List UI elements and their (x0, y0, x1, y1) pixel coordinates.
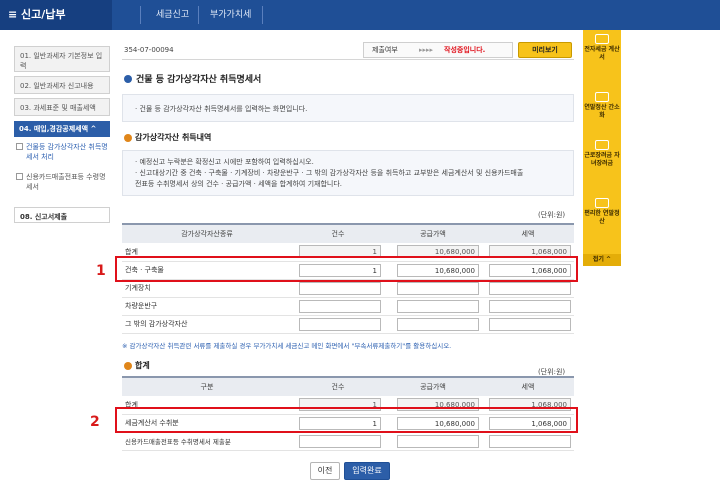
column-header: 세액 (482, 376, 574, 396)
business-number: 354-07-00094 (124, 46, 174, 54)
row-label: 차량운반구 (122, 297, 292, 316)
sidebar-item-submit[interactable]: 08. 신고서제출 (14, 207, 110, 223)
annotation-number-1: 1 (96, 263, 106, 279)
row-label: 그 밖의 감가상각자산 (122, 315, 292, 334)
rail-item-yearend[interactable]: 연말정산 간소화 (583, 92, 621, 120)
supply-input[interactable] (397, 281, 479, 295)
column-header: 세액 (482, 223, 574, 243)
section1-title: 감가상각자산 취득내역 (135, 133, 212, 142)
sidebar-item-deductions[interactable]: 04. 매입,경감공제세액 ^ (14, 121, 110, 137)
title-bullet-icon (124, 75, 132, 83)
status-box: 제출여부 ▸▸▸▸ 작성중입니다. (363, 42, 513, 58)
sidebar-item-tax-base[interactable]: 03. 과세표준 및 매출세액 (14, 98, 110, 116)
separator (198, 6, 199, 24)
quick-menu-rail: 전자세금 계산서 연말정산 간소화 근로장려금 자녀장려금 편리한 연말정산 접… (583, 30, 621, 266)
sidebar-subitem-asset[interactable]: 건물등 감가상각자산 취득명세서 처리 (16, 142, 108, 162)
tax-input[interactable] (489, 434, 571, 448)
column-header: 건수 (292, 223, 384, 243)
highlight-box-1 (115, 256, 578, 282)
rail-item-easy-yearend[interactable]: 편리한 연말정산 (583, 198, 621, 226)
submit-button[interactable]: 입력완료 (344, 462, 390, 480)
breadcrumb-vat[interactable]: 부가가치세 (210, 0, 251, 30)
sidebar-subitem-card[interactable]: 신용카드매출전표등 수령명세서 (16, 172, 108, 192)
tax-input[interactable] (489, 281, 571, 295)
status-label: 제출여부 (372, 46, 398, 54)
table-row: 신용카드매출전표등 수취명세서 제출분 (122, 432, 574, 451)
column-header: 공급가액 (384, 376, 482, 396)
checkbox-icon (16, 173, 23, 180)
calculator-icon (595, 198, 609, 208)
status-arrows: ▸▸▸▸ (419, 46, 434, 54)
column-header: 감가상각자산종류 (122, 223, 292, 243)
heart-icon (595, 140, 609, 150)
note-line: · 예정신고 누락분은 확정신고 시에만 포함하여 입력하십시오. (135, 158, 314, 166)
sidebar-subitem-label: 신용카드매출전표등 수령명세서 (26, 173, 106, 191)
rail-label: 연말정산 간소화 (584, 104, 620, 119)
note-line: · 신고대상기간 중 건축 · 구축물 · 기계장비 · 차량운반구 · 그 밖… (135, 169, 524, 177)
sidebar-item-report[interactable]: 02. 일반과세자 신고내용 (14, 76, 110, 94)
preview-button[interactable]: 미리보기 (518, 42, 572, 58)
document-icon (595, 92, 609, 102)
section1-notes: · 예정신고 누락분은 확정신고 시에만 포함하여 입력하십시오. · 신고대상… (122, 150, 574, 196)
separator (262, 6, 263, 24)
supply-input[interactable] (397, 434, 479, 448)
divider (122, 59, 574, 60)
intro-box: · 건물 등 감가상각자산 취득명세서를 입력하는 화면입니다. (122, 94, 574, 122)
annotation-number-2: 2 (90, 414, 100, 430)
separator (140, 6, 141, 24)
checkbox-icon (16, 143, 23, 150)
table-row: 차량운반구 (122, 297, 574, 316)
footnote: ※ 감가상각자산 취득관련 서류를 제출하실 경우 부가가치세 세금신고 메인 … (122, 342, 452, 350)
menu-button[interactable]: ≡ 신고/납부 (0, 0, 112, 30)
count-input[interactable] (299, 317, 381, 331)
prev-button[interactable]: 이전 (310, 462, 340, 480)
highlight-box-2 (115, 407, 578, 433)
section-bullet-icon (124, 134, 132, 142)
tax-input[interactable] (489, 299, 571, 313)
column-header: 구분 (122, 376, 292, 396)
tax-input[interactable] (489, 317, 571, 331)
supply-input[interactable] (397, 317, 479, 331)
sidebar-subitem-label: 건물등 감가상각자산 취득명세서 처리 (26, 143, 108, 161)
intro-text: · 건물 등 감가상각자산 취득명세서를 입력하는 화면입니다. (135, 105, 308, 113)
note-line: 전표등 수취명세서 상의 건수 · 공급가액 · 세액을 합계하여 기재합니다. (135, 180, 343, 188)
invoice-icon (595, 34, 609, 44)
table-row: 그 밖의 감가상각자산 (122, 315, 574, 334)
top-navigation-bar: ≡ 신고/납부 세금신고 부가가치세 (0, 0, 720, 30)
supply-input[interactable] (397, 299, 479, 313)
count-input[interactable] (299, 434, 381, 448)
count-input[interactable] (299, 299, 381, 313)
rail-close-button[interactable]: 접기 ^ (583, 254, 621, 266)
status-value: 작성중입니다. (444, 46, 486, 54)
rail-label: 근로장려금 자녀장려금 (584, 152, 620, 167)
section2-title: 합계 (135, 361, 150, 370)
rail-label: 편리한 연말정산 (584, 210, 620, 225)
column-header: 공급가액 (384, 223, 482, 243)
rail-item-incentive[interactable]: 근로장려금 자녀장려금 (583, 140, 621, 168)
breadcrumb-tax-filing[interactable]: 세금신고 (156, 0, 189, 30)
sidebar-item-basic-info[interactable]: 01. 일반과세자 기본정보 입력 (14, 46, 110, 72)
page-title: 건물 등 감가상각자산 취득명세서 (136, 75, 262, 85)
column-header: 건수 (292, 376, 384, 396)
count-input[interactable] (299, 281, 381, 295)
row-label: 신용카드매출전표등 수취명세서 제출분 (122, 432, 292, 451)
rail-label: 전자세금 계산서 (584, 46, 620, 61)
unit-label: (단위:원) (538, 211, 566, 219)
section-bullet-icon (124, 362, 132, 370)
rail-item-einvoice[interactable]: 전자세금 계산서 (583, 34, 621, 62)
